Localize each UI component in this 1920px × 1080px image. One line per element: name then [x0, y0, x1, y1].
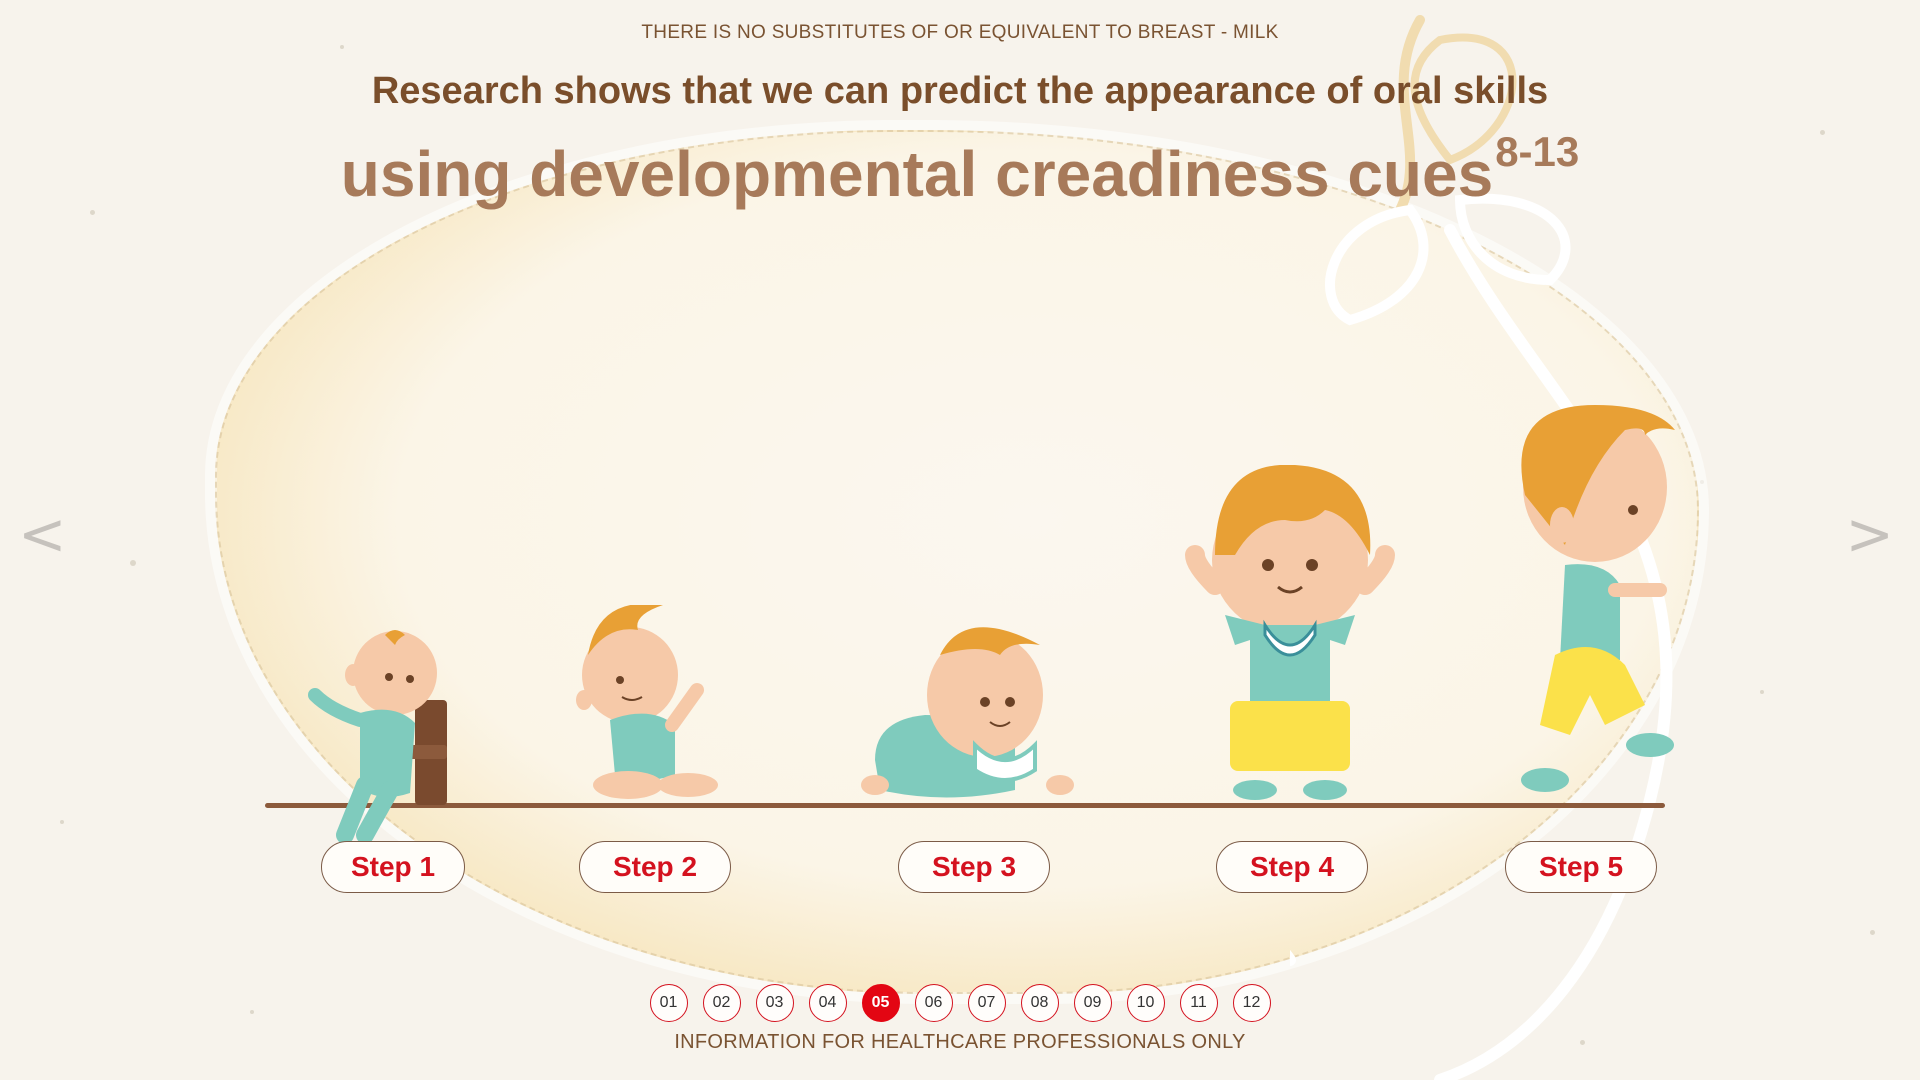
page-05-active[interactable]: 05: [861, 984, 900, 1022]
baby-walking-illustration: [1521, 405, 1675, 792]
baby-sitting-illustration: [308, 630, 447, 844]
page-06[interactable]: 06: [914, 984, 953, 1022]
step-4-button[interactable]: Step 4: [1216, 841, 1368, 893]
baby-standing-illustration: [1185, 465, 1395, 800]
page-09[interactable]: 09: [1073, 984, 1112, 1022]
headline-line1: Research shows that we can predict the a…: [371, 70, 1549, 112]
step-2-button[interactable]: Step 2: [579, 841, 731, 893]
disclaimer-footer: INFORMATION FOR HEALTHCARE PROFESSIONALS…: [674, 1031, 1246, 1053]
slide-pager: 01 02 03 04 05 06 07 08 09 10 11 12: [0, 984, 1920, 1022]
page-01[interactable]: 01: [649, 984, 688, 1022]
headline-line2-text: using developmental creadiness cues: [340, 138, 1494, 210]
next-slide-arrow[interactable]: >: [1845, 505, 1894, 563]
page-12[interactable]: 12: [1232, 984, 1271, 1022]
step-1-button[interactable]: Step 1: [321, 841, 465, 893]
step-5-button[interactable]: Step 5: [1505, 841, 1657, 893]
step-3-button[interactable]: Step 3: [898, 841, 1050, 893]
page-02[interactable]: 02: [702, 984, 741, 1022]
headline-line2: using developmental creadiness cues8-13: [0, 128, 1920, 211]
baby-crawling-illustration: [861, 627, 1074, 798]
page-11[interactable]: 11: [1179, 984, 1218, 1022]
page-10[interactable]: 10: [1126, 984, 1165, 1022]
page-04[interactable]: 04: [808, 984, 847, 1022]
baby-reaching-illustration: [576, 605, 718, 799]
page-08[interactable]: 08: [1020, 984, 1059, 1022]
disclaimer-top: THERE IS NO SUBSTITUTES OF OR EQUIVALENT…: [641, 22, 1279, 43]
headline-reference: 8-13: [1495, 128, 1580, 175]
page-03[interactable]: 03: [755, 984, 794, 1022]
page-07[interactable]: 07: [967, 984, 1006, 1022]
prev-slide-arrow[interactable]: <: [18, 505, 67, 563]
